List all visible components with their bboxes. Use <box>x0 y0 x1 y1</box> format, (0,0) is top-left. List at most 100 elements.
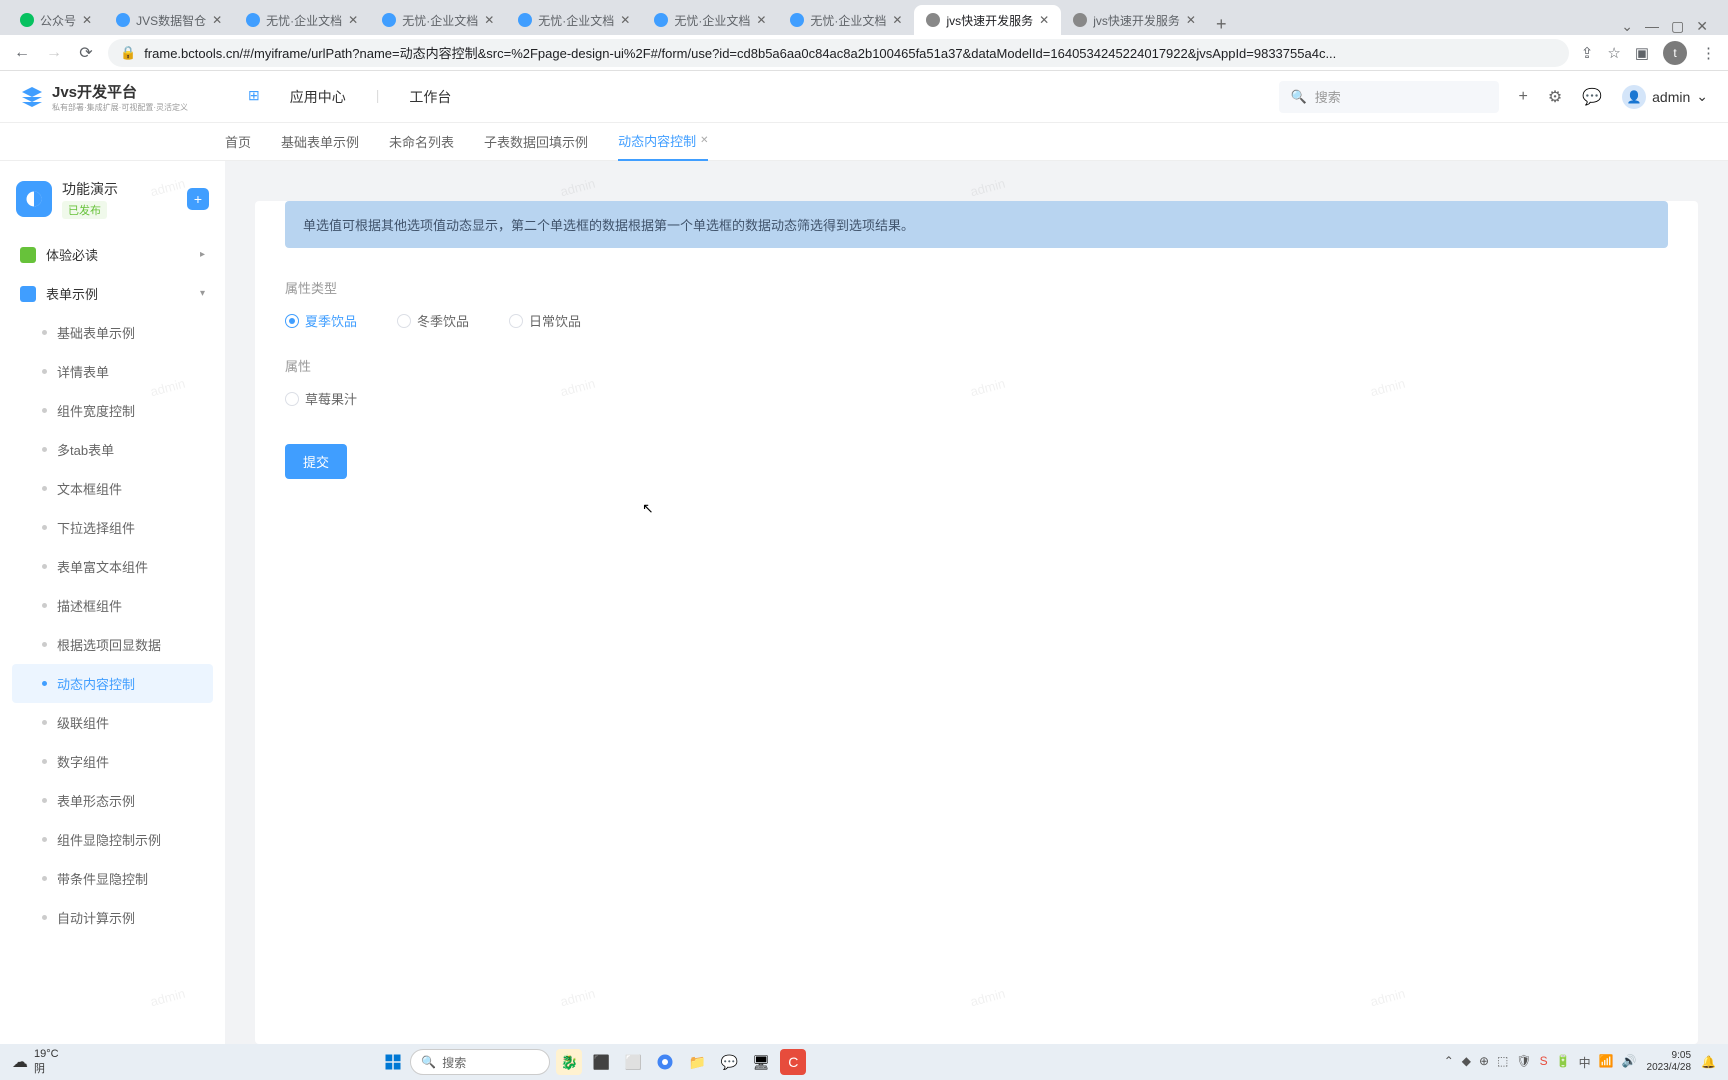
taskbar-app-2[interactable]: ⬛ <box>588 1049 614 1075</box>
reload-button[interactable]: ⟳ <box>76 43 96 63</box>
sidebar-item[interactable]: 多tab表单 <box>12 430 213 469</box>
sidebar-item[interactable]: 根据选项回显数据 <box>12 625 213 664</box>
add-icon[interactable]: + <box>1519 88 1528 106</box>
taskbar-app-1[interactable]: 🐉 <box>556 1049 582 1075</box>
browser-tab[interactable]: 无忧·企业文档✕ <box>778 5 914 35</box>
taskbar-app-8[interactable]: C <box>780 1049 806 1075</box>
page-tab[interactable]: 未命名列表 <box>389 123 454 161</box>
weather-widget[interactable]: ☁ 19°C 阴 <box>12 1048 59 1076</box>
clock[interactable]: 9:05 2023/4/28 <box>1647 1050 1692 1074</box>
close-tab-icon[interactable]: ✕ <box>484 13 494 27</box>
radio-option[interactable]: 夏季饮品 <box>285 311 357 330</box>
settings-icon[interactable]: ⚙ <box>1548 87 1562 107</box>
explorer-icon[interactable]: 📁 <box>684 1049 710 1075</box>
browser-tab[interactable]: 无忧·企业文档✕ <box>370 5 506 35</box>
browser-tab[interactable]: jvs快速开发服务✕ <box>914 5 1061 35</box>
browser-tab[interactable]: JVS数据智仓✕ <box>104 5 234 35</box>
close-tab-icon[interactable]: ✕ <box>1039 13 1049 27</box>
sidebar-item[interactable]: 文本框组件 <box>12 469 213 508</box>
tray-icon-4[interactable]: 🛡 <box>1516 1054 1531 1071</box>
sidebar-item[interactable]: 级联组件 <box>12 703 213 742</box>
sidebar-item[interactable]: 下拉选择组件 <box>12 508 213 547</box>
tray-wifi-icon[interactable]: 📶 <box>1599 1054 1614 1071</box>
nav-app-center[interactable]: 应用中心 <box>290 87 346 107</box>
wechat-icon[interactable]: 💬 <box>716 1049 742 1075</box>
user-menu[interactable]: 👤 admin ⌄ <box>1622 85 1708 109</box>
share-icon[interactable]: ⇪ <box>1581 44 1594 62</box>
close-tab-icon[interactable]: ✕ <box>348 13 358 27</box>
close-tab-icon[interactable]: ✕ <box>1186 13 1196 27</box>
close-tab-icon[interactable]: ✕ <box>82 13 92 27</box>
sidebar-item[interactable]: 自动计算示例 <box>12 898 213 937</box>
extensions-icon[interactable]: ▣ <box>1635 44 1649 62</box>
logo-icon <box>20 85 44 109</box>
nav-workspace[interactable]: 工作台 <box>409 87 451 107</box>
new-tab-button[interactable]: + <box>1208 14 1235 35</box>
sidebar-item-label: 组件宽度控制 <box>57 401 135 420</box>
tray-chevron-icon[interactable]: ⌃ <box>1444 1054 1454 1071</box>
page-tab[interactable]: 基础表单示例 <box>281 123 359 161</box>
tray-icon-5[interactable]: S <box>1540 1054 1548 1071</box>
sidebar-item[interactable]: 详情表单 <box>12 352 213 391</box>
page-tab[interactable]: 动态内容控制✕ <box>618 123 708 161</box>
grid-icon[interactable]: ⊞ <box>248 87 260 107</box>
browser-tab[interactable]: jvs快速开发服务✕ <box>1061 5 1208 35</box>
submit-button[interactable]: 提交 <box>285 444 347 479</box>
browser-tab[interactable]: 公众号✕ <box>8 5 104 35</box>
radio-option[interactable]: 草莓果汁 <box>285 389 357 408</box>
maximize-icon[interactable]: ▢ <box>1671 18 1684 35</box>
star-icon[interactable]: ☆ <box>1607 44 1620 62</box>
add-button[interactable]: + <box>187 188 209 210</box>
sidebar-item[interactable]: 组件宽度控制 <box>12 391 213 430</box>
sidebar-group[interactable]: 表单示例▾ <box>12 274 213 313</box>
taskbar-search[interactable]: 🔍 搜索 <box>410 1049 550 1075</box>
taskbar-app-7[interactable]: 🖥 <box>748 1049 774 1075</box>
close-tab-icon[interactable]: ✕ <box>620 13 630 27</box>
tray-lang-icon[interactable]: 中 <box>1579 1054 1591 1071</box>
tab-title: 无忧·企业文档 <box>538 12 614 29</box>
start-button[interactable] <box>382 1051 404 1073</box>
close-tab-icon[interactable]: ✕ <box>212 13 222 27</box>
sidebar-item[interactable]: 组件显隐控制示例 <box>12 820 213 859</box>
tray-icon-1[interactable]: ◆ <box>1462 1054 1471 1071</box>
close-tab-icon[interactable]: ✕ <box>700 135 708 146</box>
browser-tab[interactable]: 无忧·企业文档✕ <box>642 5 778 35</box>
radio-option[interactable]: 冬季饮品 <box>397 311 469 330</box>
logo[interactable]: Jvs开发平台 私有部署·集成扩展·可视配置·灵活定义 <box>20 81 188 113</box>
back-button[interactable]: ← <box>12 44 32 62</box>
sidebar-item[interactable]: 数字组件 <box>12 742 213 781</box>
page-tab[interactable]: 子表数据回填示例 <box>484 123 588 161</box>
close-tab-icon[interactable]: ✕ <box>756 13 766 27</box>
sidebar-item[interactable]: 动态内容控制 <box>12 664 213 703</box>
close-window-icon[interactable]: ✕ <box>1696 18 1708 35</box>
sidebar-item[interactable]: 表单富文本组件 <box>12 547 213 586</box>
page-tab[interactable]: 首页 <box>225 123 251 161</box>
sidebar-group[interactable]: 体验必读▸ <box>12 235 213 274</box>
menu-icon[interactable]: ⋮ <box>1701 44 1716 62</box>
sidebar-item[interactable]: 基础表单示例 <box>12 313 213 352</box>
forward-button[interactable]: → <box>44 44 64 62</box>
sidebar-item[interactable]: 描述框组件 <box>12 586 213 625</box>
search-input[interactable]: 🔍 搜索 <box>1279 81 1499 113</box>
taskbar-app-3[interactable]: ⬜ <box>620 1049 646 1075</box>
sidebar-item[interactable]: 表单形态示例 <box>12 781 213 820</box>
url-bar[interactable]: 🔒 frame.bctools.cn/#/myiframe/urlPath?na… <box>108 39 1569 67</box>
chrome-icon[interactable] <box>652 1049 678 1075</box>
tab-label: 未命名列表 <box>389 132 454 151</box>
tray-icon-6[interactable]: 🔋 <box>1556 1054 1571 1071</box>
search-icon: 🔍 <box>421 1055 436 1069</box>
chevron-down-icon[interactable]: ⌄ <box>1621 18 1633 35</box>
radio-option[interactable]: 日常饮品 <box>509 311 581 330</box>
minimize-icon[interactable]: — <box>1645 18 1659 35</box>
tray-icon-3[interactable]: ⬚ <box>1497 1054 1508 1071</box>
chat-icon[interactable]: 💬 <box>1582 87 1602 107</box>
browser-tab[interactable]: 无忧·企业文档 ✕ <box>506 5 642 35</box>
profile-avatar[interactable]: t <box>1663 41 1687 65</box>
tray-icon-2[interactable]: ⊕ <box>1479 1054 1489 1071</box>
sidebar-item[interactable]: 带条件显隐控制 <box>12 859 213 898</box>
notification-icon[interactable]: 🔔 <box>1701 1055 1716 1069</box>
browser-tab[interactable]: 无忧·企业文档✕ <box>234 5 370 35</box>
tray-volume-icon[interactable]: 🔊 <box>1622 1054 1637 1071</box>
app-status-badge: 已发布 <box>62 201 107 219</box>
close-tab-icon[interactable]: ✕ <box>892 13 902 27</box>
